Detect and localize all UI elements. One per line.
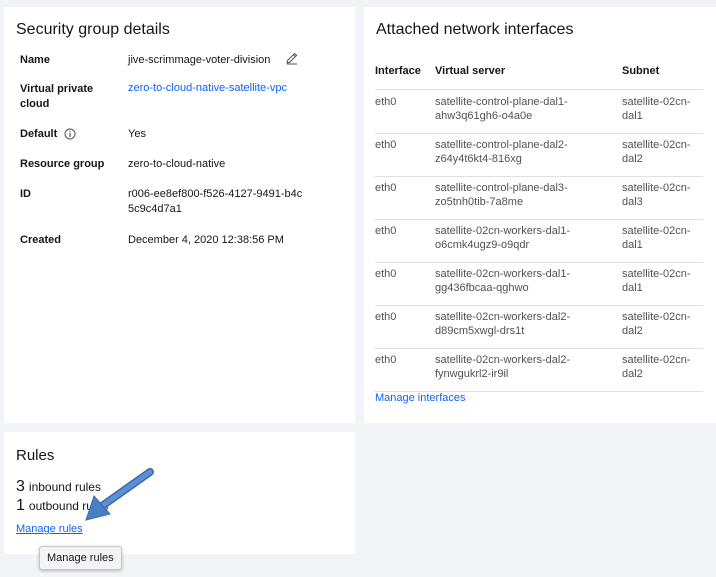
id-label: ID xyxy=(20,188,31,200)
manage-interfaces-link[interactable]: Manage interfaces xyxy=(375,392,466,404)
column-header-virtual-server: Virtual server xyxy=(435,65,506,77)
table-row: eth0 satellite-control-plane-dal3-zo5tnh… xyxy=(375,176,703,220)
interface-cell: eth0 xyxy=(375,139,397,151)
default-label: Default xyxy=(20,128,58,140)
virtual-server-cell: satellite-control-plane-dal1-ahw3q61gh6-… xyxy=(435,96,568,122)
vpc-link[interactable]: zero-to-cloud-native-satellite-vpc xyxy=(128,81,328,96)
subnet-link[interactable]: satellite-02cn-dal2 xyxy=(622,310,692,338)
table-row: eth0 satellite-02cn-workers-dal1-o6cmk4u… xyxy=(375,219,703,263)
table-row: eth0 satellite-02cn-workers-dal2-fynwguk… xyxy=(375,348,703,392)
virtual-server-cell: satellite-02cn-workers-dal2-d89cm5xwgl-d… xyxy=(435,311,571,337)
virtual-server-cell: satellite-control-plane-dal2-z64y4t6kt4-… xyxy=(435,139,568,165)
info-icon[interactable] xyxy=(64,128,76,140)
virtual-server-cell: satellite-control-plane-dal3-zo5tnh0tib-… xyxy=(435,182,568,208)
details-title: Security group details xyxy=(16,21,170,38)
inbound-count: 3 xyxy=(16,478,25,495)
attached-interfaces-card: Attached network interfaces Interface Vi… xyxy=(364,7,716,423)
name-label: Name xyxy=(20,54,50,66)
created-value: December 4, 2020 12:38:56 PM xyxy=(128,234,284,246)
table-row: eth0 satellite-02cn-workers-dal1-gg436fb… xyxy=(375,262,703,306)
edit-icon[interactable] xyxy=(285,51,299,65)
subnet-link[interactable]: satellite-02cn-dal2 xyxy=(622,353,692,381)
interface-cell: eth0 xyxy=(375,225,397,237)
resource-group-label: Resource group xyxy=(20,158,105,170)
subnet-link[interactable]: satellite-02cn-dal1 xyxy=(622,224,692,252)
outbound-count: 1 xyxy=(16,497,25,514)
annotation-arrow-icon xyxy=(85,468,154,521)
created-label: Created xyxy=(20,234,61,246)
table-row: eth0 satellite-02cn-workers-dal2-d89cm5x… xyxy=(375,305,703,349)
virtual-server-cell: satellite-02cn-workers-dal1-gg436fbcaa-q… xyxy=(435,268,571,294)
subnet-link[interactable]: satellite-02cn-dal1 xyxy=(622,267,692,295)
subnet-link[interactable]: satellite-02cn-dal2 xyxy=(622,138,692,166)
column-header-subnet: Subnet xyxy=(622,65,660,77)
interface-cell: eth0 xyxy=(375,311,397,323)
vpc-label: Virtual private cloud xyxy=(20,83,94,110)
id-value: r006-ee8ef800-f526-4127-9491-b4c5c9c4d7a… xyxy=(128,188,303,215)
rules-title: Rules xyxy=(16,447,55,464)
manage-rules-tooltip: Manage rules xyxy=(39,546,122,570)
attached-title: Attached network interfaces xyxy=(376,21,574,38)
resource-group-value: zero-to-cloud-native xyxy=(128,158,226,170)
interface-cell: eth0 xyxy=(375,96,397,108)
column-header-interface: Interface xyxy=(375,65,421,77)
default-value: Yes xyxy=(128,128,146,140)
virtual-server-cell: satellite-02cn-workers-dal2-fynwgukrl2-i… xyxy=(435,354,571,380)
subnet-link[interactable]: satellite-02cn-dal1 xyxy=(622,95,692,123)
interface-cell: eth0 xyxy=(375,354,397,366)
interface-cell: eth0 xyxy=(375,182,397,194)
table-row: eth0 satellite-control-plane-dal1-ahw3q6… xyxy=(375,90,703,134)
virtual-server-cell: satellite-02cn-workers-dal1-o6cmk4ugz9-o… xyxy=(435,225,571,251)
subnet-link[interactable]: satellite-02cn-dal3 xyxy=(622,181,692,209)
rules-card: Rules 3 inbound rules 1 outbound rules Man… xyxy=(4,432,355,554)
security-group-details-card: Security group details Name jive-scrimma… xyxy=(4,7,355,423)
interface-cell: eth0 xyxy=(375,268,397,280)
table-row: eth0 satellite-control-plane-dal2-z64y4t… xyxy=(375,133,703,177)
manage-rules-link[interactable]: Manage rules xyxy=(16,523,83,535)
